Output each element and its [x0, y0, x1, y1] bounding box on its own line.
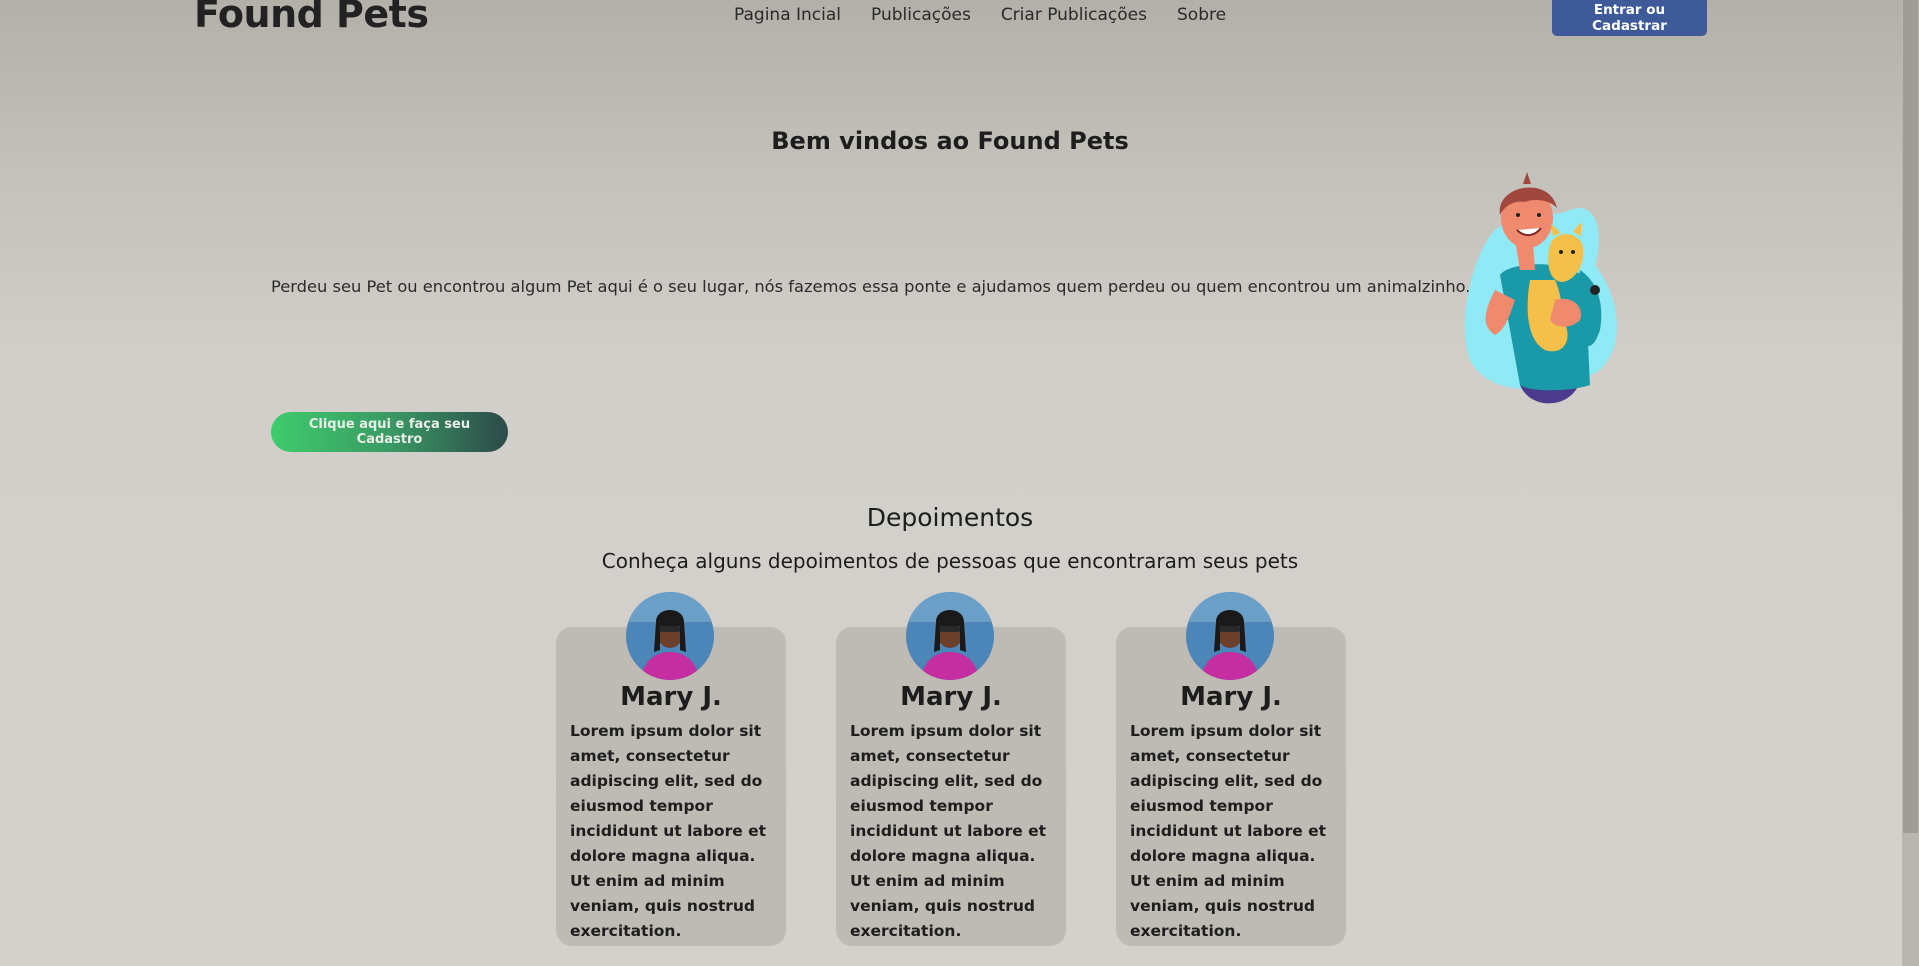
site-header: Found Pets Pagina Incial Publicações Cri…: [0, 0, 1919, 40]
testimonials-title: Depoimentos: [866, 503, 1034, 532]
testimonial-name: Mary J.: [620, 682, 722, 712]
testimonial-name: Mary J.: [1180, 682, 1282, 712]
hero-description: Perdeu seu Pet ou encontrou algum Pet aq…: [271, 277, 1471, 296]
nav-link-sobre[interactable]: Sobre: [1177, 5, 1226, 25]
nav-link-home[interactable]: Pagina Incial: [734, 5, 841, 25]
testimonials-subtitle: Conheça alguns depoimentos de pessoas qu…: [601, 549, 1299, 573]
testimonial-text: Lorem ipsum dolor sit amet, consectetur …: [850, 722, 1047, 940]
hero-title: Bem vindos ao Found Pets: [771, 127, 1129, 155]
page-scrollbar[interactable]: [1902, 0, 1919, 966]
avatar: [906, 592, 994, 680]
scrollbar-thumb[interactable]: [1903, 0, 1918, 833]
testimonial-text: Lorem ipsum dolor sit amet, consectetur …: [570, 722, 767, 940]
login-signup-button[interactable]: Entrar ou Cadastrar: [1552, 0, 1707, 36]
site-logo[interactable]: Found Pets: [194, 0, 429, 36]
nav-link-criar-publicacoes[interactable]: Criar Publicações: [1001, 5, 1147, 25]
boy-holding-cat-illustration: [1464, 172, 1617, 404]
testimonial-name: Mary J.: [900, 682, 1002, 712]
signup-cta-button[interactable]: Clique aqui e faça seu Cadastro: [271, 412, 508, 452]
avatar: [1186, 592, 1274, 680]
main-nav: Pagina Incial Publicações Criar Publicaç…: [734, 5, 1226, 25]
testimonial-card: Mary J. Lorem ipsum dolor sit amet, cons…: [836, 592, 1066, 946]
avatar: [626, 592, 714, 680]
testimonial-card: Mary J. Lorem ipsum dolor sit amet, cons…: [1116, 592, 1346, 946]
testimonial-text: Lorem ipsum dolor sit amet, consectetur …: [1130, 722, 1327, 940]
testimonial-card: Mary J. Lorem ipsum dolor sit amet, cons…: [556, 592, 786, 946]
nav-link-publicacoes[interactable]: Publicações: [871, 5, 971, 25]
